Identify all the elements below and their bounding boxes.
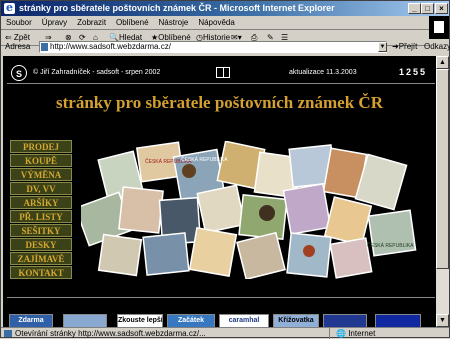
go-label: Přejít: [398, 42, 418, 51]
main-nav: PRODEJ KOUPĚ VÝMĚNA DV, VV ARŠÍKY PŘ. LI…: [10, 140, 72, 280]
windows-logo-throbber: [429, 16, 449, 39]
nav-vymena[interactable]: VÝMĚNA: [10, 168, 72, 181]
top-divider: [7, 83, 435, 84]
menu-nastroje[interactable]: Nástroje: [154, 16, 194, 29]
address-label: Adresa: [5, 42, 31, 51]
scroll-up-icon[interactable]: ▲: [436, 56, 449, 69]
stamp-collage-image: ČESKÁ REPUBLIKA ČESKÁ REPUBLIKA ČESKÁ RE…: [81, 141, 430, 279]
banner-krizovatka[interactable]: Křižovatka: [273, 314, 319, 327]
stamp-label-2: ČESKÁ REPUBLIKA: [181, 156, 228, 163]
links-button[interactable]: Odkazy: [424, 41, 450, 53]
menu-oblibene[interactable]: Oblíbené: [111, 16, 153, 29]
nav-koupe[interactable]: KOUPĚ: [10, 154, 72, 167]
visit-counter: 1255: [399, 67, 428, 77]
menu-bar: Soubor Úpravy Zobrazit Oblíbené Nástroje Nápo…: [1, 16, 449, 30]
minimize-button[interactable]: _: [408, 3, 421, 14]
nav-arsiky[interactable]: ARŠÍKY: [10, 196, 72, 209]
nav-desky[interactable]: DESKY: [10, 238, 72, 251]
status-text: Otevírání stránky http://www.sadsoft.web…: [15, 329, 206, 338]
copyright-text: © Jiří Zahradníček - sadsoft - srpen 200…: [33, 69, 161, 76]
nav-sesitky[interactable]: SEŠITKY: [10, 224, 72, 237]
status-bar: Otevírání stránky http://www.sadsoft.web…: [1, 327, 449, 339]
address-bar: Adresa http://www.sadsoft.webzdarma.cz/ …: [1, 39, 450, 55]
banner-zdarma[interactable]: Zdarma: [9, 314, 53, 327]
page-title: stránky pro sběratele poštovních známek …: [56, 93, 383, 112]
banner-8[interactable]: [375, 314, 421, 327]
vertical-scrollbar[interactable]: ▲ ▼: [436, 56, 449, 327]
go-button[interactable]: ➜Přejít: [392, 41, 417, 53]
nav-pr-listy[interactable]: PŘ. LISTY: [10, 210, 72, 223]
page-content: S © Jiří Zahradníček - sadsoft - srpen 2…: [3, 56, 436, 327]
security-zone: 🌐 Internet: [329, 328, 375, 339]
browser-window: stránky pro sběratele poštovních známek …: [0, 0, 450, 339]
book-icon[interactable]: [216, 67, 230, 78]
window-title: stránky pro sběratele poštovních známek …: [19, 3, 335, 13]
banner-caramhal[interactable]: caramhal: [219, 314, 269, 327]
page-loading-icon: [4, 330, 12, 337]
banner-zacatek[interactable]: Začátek: [167, 314, 215, 327]
update-date: aktualizace 11.3.2003: [289, 69, 357, 76]
title-bar: stránky pro sběratele poštovních známek …: [1, 0, 449, 16]
menu-soubor[interactable]: Soubor: [1, 16, 37, 29]
menu-upravy[interactable]: Úpravy: [37, 16, 72, 29]
stamp-label-3: ČESKÁ REPUBLIKA: [367, 242, 414, 249]
close-button[interactable]: ×: [435, 3, 448, 14]
zone-label: Internet: [348, 329, 376, 338]
banner-zkouste[interactable]: Zkouste lepší: [117, 314, 163, 327]
banner-strip: Zdarma Zkouste lepší Začátek caramhal Kř…: [7, 314, 435, 327]
address-dropdown-icon[interactable]: ▼: [378, 42, 387, 52]
scroll-down-icon[interactable]: ▼: [436, 314, 449, 327]
menu-zobrazit[interactable]: Zobrazit: [72, 16, 111, 29]
nav-prodej[interactable]: PRODEJ: [10, 140, 72, 153]
menu-napoveda[interactable]: Nápověda: [193, 16, 239, 29]
scroll-thumb[interactable]: [436, 69, 449, 269]
maximize-button[interactable]: □: [421, 3, 434, 14]
address-input[interactable]: http://www.sadsoft.webzdarma.cz/: [39, 41, 387, 53]
nav-kontakt[interactable]: KONTAKT: [10, 266, 72, 279]
nav-zajimave[interactable]: ZAJÍMAVÉ: [10, 252, 72, 265]
banner-2[interactable]: [63, 314, 107, 327]
banner-7[interactable]: [323, 314, 367, 327]
internet-explorer-icon: [4, 0, 15, 15]
bottom-divider: [7, 297, 435, 298]
sadsoft-logo: S: [11, 65, 27, 81]
nav-dv-vv[interactable]: DV, VV: [10, 182, 72, 195]
